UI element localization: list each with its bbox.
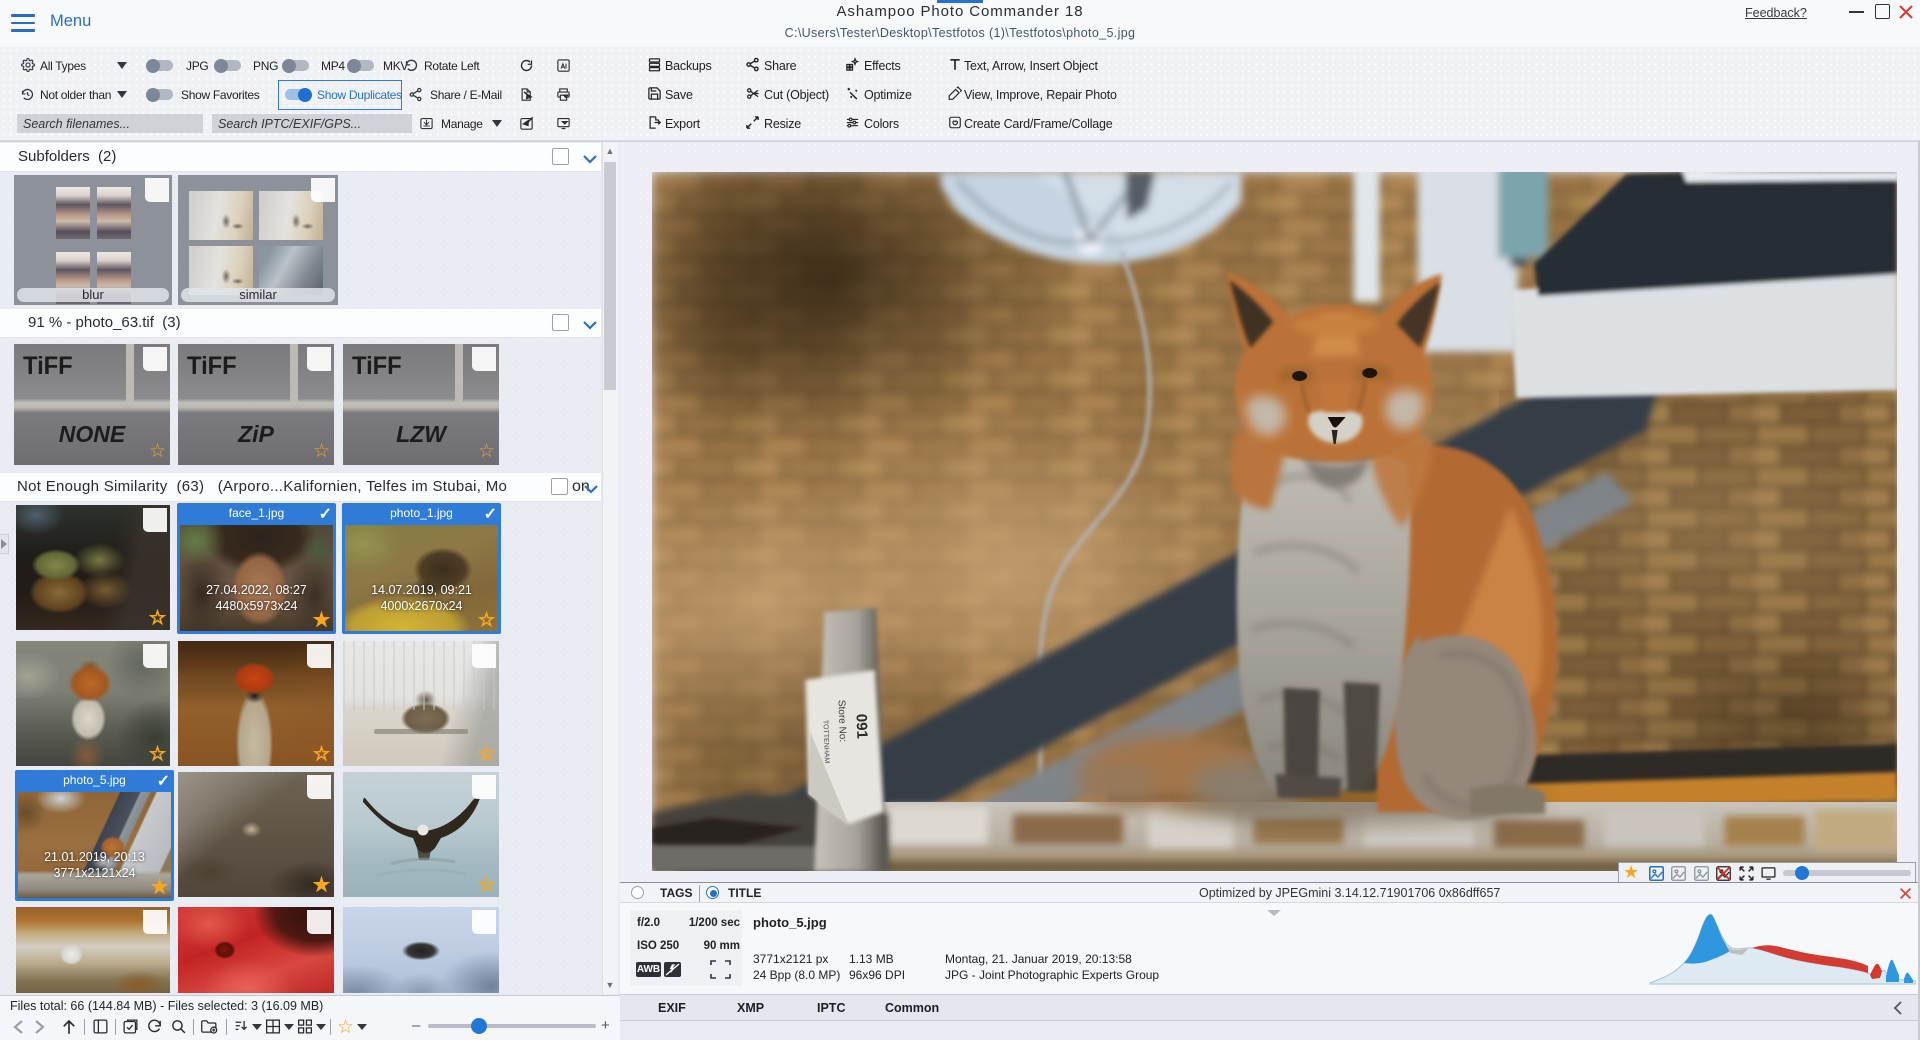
- svg-text:091: 091: [852, 714, 870, 740]
- svg-text:Store No:: Store No:: [835, 700, 847, 743]
